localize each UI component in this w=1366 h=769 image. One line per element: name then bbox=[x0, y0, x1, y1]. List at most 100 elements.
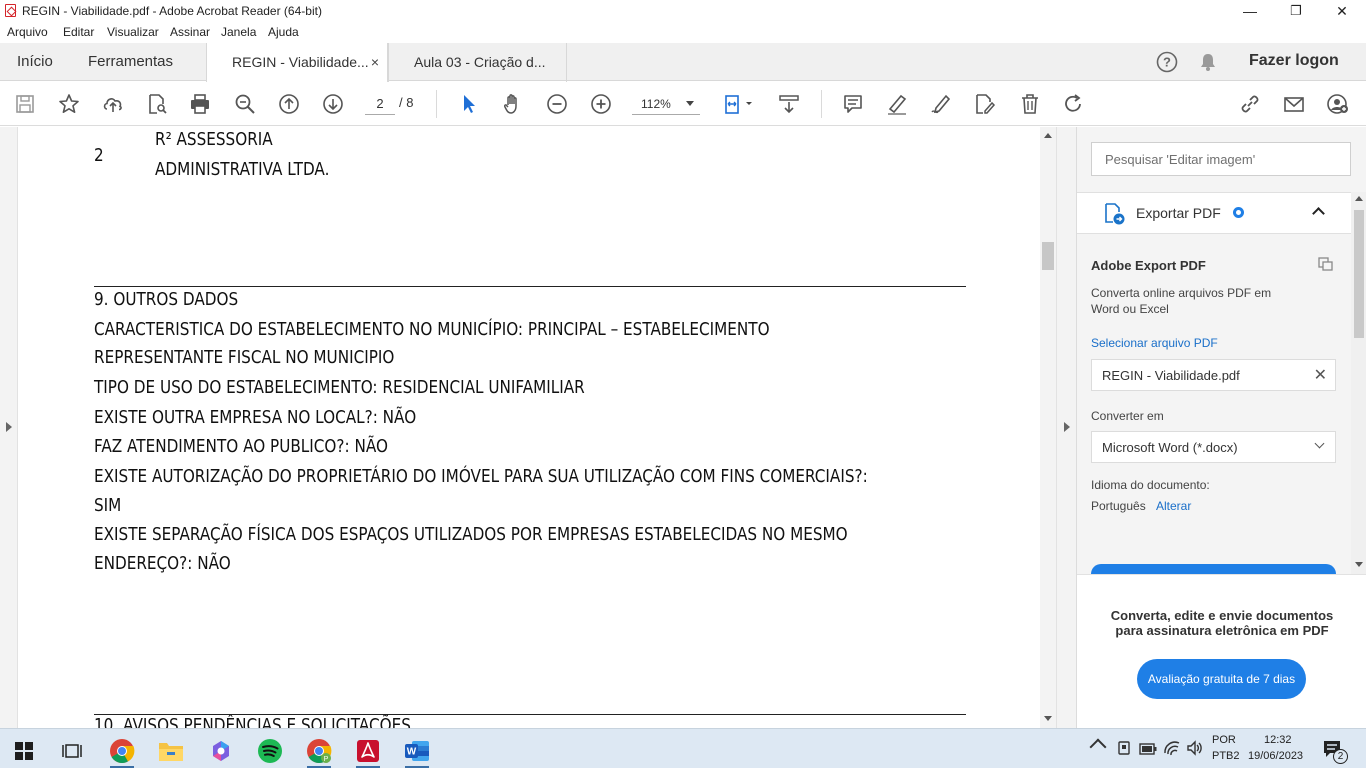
copilot-icon[interactable] bbox=[201, 733, 241, 769]
menu-editar[interactable]: Editar bbox=[63, 25, 94, 39]
zoom-in-icon[interactable] bbox=[588, 91, 614, 117]
login-button[interactable]: Fazer logon bbox=[1249, 52, 1339, 70]
spotify-icon[interactable] bbox=[250, 733, 290, 769]
collapse-right-panel-icon[interactable] bbox=[1064, 422, 1070, 432]
tab-bar: Início Ferramentas REGIN - Viabilidade..… bbox=[0, 43, 1366, 82]
menu-janela[interactable]: Janela bbox=[221, 25, 256, 39]
keyboard-language[interactable]: POR bbox=[1212, 734, 1236, 746]
comment-icon[interactable] bbox=[840, 91, 866, 117]
document-search-icon[interactable] bbox=[144, 91, 170, 117]
convert-button[interactable] bbox=[1091, 564, 1336, 574]
scrollbar-thumb[interactable] bbox=[1354, 210, 1364, 338]
left-panel-collapsed[interactable] bbox=[0, 127, 18, 728]
meet-now-icon[interactable] bbox=[1116, 740, 1132, 756]
rotate-icon[interactable] bbox=[1060, 91, 1086, 117]
select-file-link[interactable]: Selecionar arquivo PDF bbox=[1091, 336, 1218, 350]
svg-text:?: ? bbox=[1163, 55, 1171, 70]
zoom-search-icon[interactable] bbox=[232, 91, 258, 117]
change-language-link[interactable]: Alterar bbox=[1156, 499, 1191, 513]
volume-icon[interactable] bbox=[1186, 739, 1204, 757]
expand-left-panel-icon[interactable] bbox=[6, 422, 12, 432]
free-trial-button[interactable]: Avaliação gratuita de 7 dias bbox=[1137, 659, 1306, 699]
windows-start-icon[interactable] bbox=[4, 733, 44, 769]
menu-arquivo[interactable]: Arquivo bbox=[7, 25, 48, 39]
task-view-icon[interactable] bbox=[52, 733, 92, 769]
close-window-button[interactable]: ✕ bbox=[1319, 0, 1365, 22]
link-icon[interactable] bbox=[1237, 91, 1263, 117]
highlight-pen-icon[interactable] bbox=[884, 91, 910, 117]
chevron-down-icon bbox=[686, 101, 694, 106]
svg-text:W: W bbox=[407, 747, 417, 758]
print-icon[interactable] bbox=[187, 91, 213, 117]
menu-visualizar[interactable]: Visualizar bbox=[107, 25, 159, 39]
page-up-icon[interactable] bbox=[276, 91, 302, 117]
tab-close-button[interactable]: × bbox=[371, 43, 379, 81]
toolbar: 2 / 8 112% bbox=[0, 82, 1366, 126]
clear-file-icon[interactable]: ✕ bbox=[1314, 365, 1327, 385]
zoom-out-icon[interactable] bbox=[544, 91, 570, 117]
convert-format-select[interactable]: Microsoft Word (*.docx) bbox=[1091, 431, 1336, 463]
question-circle-icon[interactable]: ? bbox=[1156, 51, 1178, 73]
data-line: EXISTE SEPARAÇÃO FÍSICA DOS ESPAÇOS UTIL… bbox=[94, 525, 848, 545]
user-add-icon[interactable] bbox=[1325, 91, 1351, 117]
page-down-icon[interactable] bbox=[320, 91, 346, 117]
read-mode-icon[interactable] bbox=[776, 91, 802, 117]
chrome-profile-icon[interactable]: P bbox=[299, 733, 339, 769]
page-fit-icon[interactable] bbox=[720, 91, 756, 117]
section-divider bbox=[94, 714, 966, 715]
bell-icon[interactable] bbox=[1198, 52, 1218, 72]
tab-home[interactable]: Início bbox=[17, 43, 53, 81]
chevron-down-icon bbox=[1314, 438, 1325, 449]
save-icon[interactable] bbox=[12, 91, 38, 117]
upload-icon[interactable] bbox=[100, 91, 126, 117]
next-section-title: 10. AVISOS PENDÊNCIAS E SOLICITAÇÕES bbox=[94, 716, 411, 728]
scroll-down-icon[interactable] bbox=[1044, 716, 1052, 721]
mail-icon[interactable] bbox=[1281, 91, 1307, 117]
document-scrollbar[interactable] bbox=[1040, 127, 1056, 728]
taskbar: P W POR PTB2 12:32 19/06/2023 2 bbox=[0, 728, 1366, 768]
scroll-up-icon[interactable] bbox=[1355, 196, 1363, 201]
chrome-icon[interactable] bbox=[102, 733, 142, 769]
tool-search-input[interactable]: Pesquisar 'Editar imagem' bbox=[1091, 142, 1351, 176]
menu-assinar[interactable]: Assinar bbox=[170, 25, 210, 39]
word-icon[interactable]: W bbox=[397, 733, 437, 769]
trash-icon[interactable] bbox=[1017, 91, 1043, 117]
scrollbar-thumb[interactable] bbox=[1042, 242, 1054, 270]
export-pdf-icon bbox=[1103, 202, 1127, 226]
selected-file-field[interactable]: REGIN - Viabilidade.pdf ✕ bbox=[1091, 359, 1336, 391]
file-explorer-icon[interactable] bbox=[151, 733, 191, 769]
menu-ajuda[interactable]: Ajuda bbox=[268, 25, 299, 39]
minimize-button[interactable]: — bbox=[1227, 0, 1273, 22]
star-icon[interactable] bbox=[56, 91, 82, 117]
data-line: TIPO DE USO DO ESTABELECIMENTO: RESIDENC… bbox=[94, 378, 585, 398]
right-panel-toggle[interactable] bbox=[1056, 127, 1076, 728]
hand-icon[interactable] bbox=[500, 91, 526, 117]
panel-scrollbar[interactable] bbox=[1351, 192, 1366, 574]
clock-time[interactable]: 12:32 bbox=[1264, 734, 1292, 746]
battery-icon[interactable] bbox=[1139, 742, 1157, 755]
chevron-up-icon[interactable] bbox=[1089, 738, 1107, 756]
zoom-select[interactable]: 112% bbox=[632, 93, 700, 115]
wifi-icon[interactable] bbox=[1163, 739, 1181, 757]
tab-document-regin[interactable]: REGIN - Viabilidade... × bbox=[206, 43, 388, 82]
promo-text-line1: Converta, edite e envie documentos bbox=[1110, 608, 1334, 623]
tab-tools[interactable]: Ferramentas bbox=[88, 43, 173, 81]
selected-file-name: REGIN - Viabilidade.pdf bbox=[1102, 368, 1240, 383]
data-line: EXISTE AUTORIZAÇÃO DO PROPRIETÁRIO DO IM… bbox=[94, 467, 868, 487]
page-number-input[interactable]: 2 bbox=[365, 93, 395, 115]
edit-pdf-icon[interactable] bbox=[972, 91, 998, 117]
company-name-line1: R² ASSESSORIA bbox=[155, 130, 273, 150]
scroll-up-icon[interactable] bbox=[1044, 133, 1052, 138]
clock-date[interactable]: 19/06/2023 bbox=[1248, 750, 1303, 762]
acrobat-icon[interactable] bbox=[348, 733, 388, 769]
document-viewer[interactable]: 2 R² ASSESSORIA ADMINISTRATIVA LTDA. 9. … bbox=[0, 127, 1076, 728]
scroll-down-icon[interactable] bbox=[1355, 562, 1363, 567]
sign-icon[interactable] bbox=[928, 91, 954, 117]
chevron-up-icon[interactable] bbox=[1312, 207, 1325, 220]
keyboard-layout[interactable]: PTB2 bbox=[1212, 750, 1240, 762]
select-cursor-icon[interactable] bbox=[456, 91, 482, 117]
maximize-button[interactable]: ❐ bbox=[1273, 0, 1319, 22]
tab-document-aula[interactable]: Aula 03 - Criação d... bbox=[388, 43, 567, 82]
export-pdf-header[interactable]: Exportar PDF bbox=[1077, 192, 1351, 234]
copy-settings-icon[interactable] bbox=[1317, 256, 1335, 272]
